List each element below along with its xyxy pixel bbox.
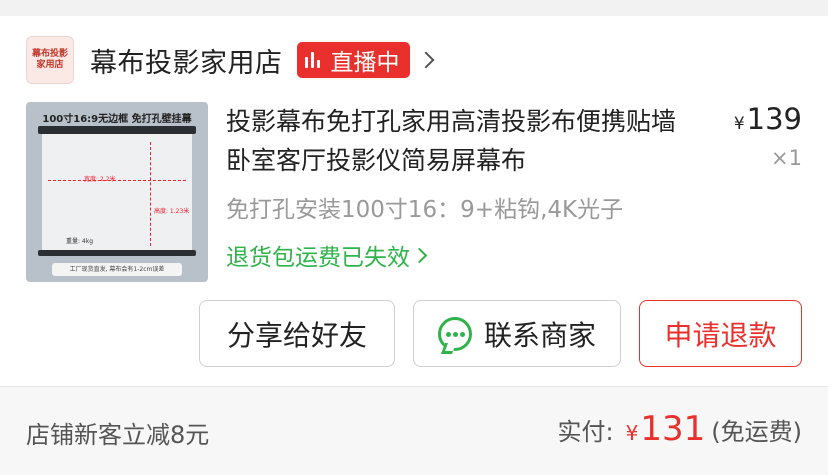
shop-logo-text-2: 家用店 — [36, 60, 64, 70]
product-image[interactable]: 100寸16:9无边框 免打孔壁挂幕 宽度: 2.2米 高度: 1.23米 重量… — [26, 102, 208, 282]
product-title[interactable]: 投影幕布免打孔家用高清投影布便携贴墙卧室客厅投影仪简易屏幕布 — [226, 102, 696, 180]
live-bars-icon — [304, 52, 323, 68]
paid-label: 实付: — [557, 418, 614, 446]
screen-fabric — [42, 134, 192, 252]
refund-shipping-note[interactable]: 退货包运费已失效 — [226, 238, 428, 272]
order-card: 幕布投影 家用店 幕布投影家用店 直播中 100寸16:9无边框 免打孔壁挂幕 … — [0, 16, 828, 386]
currency-symbol: ¥ — [733, 114, 745, 134]
share-button[interactable]: 分享给好友 — [199, 300, 395, 367]
shop-promo: 店铺新客立减8元 — [26, 421, 210, 449]
unit-price-value: 139 — [746, 102, 802, 136]
product-spec: 免打孔安装100寸16：9+粘钩,4K光子 — [226, 197, 624, 223]
chevron-right-icon[interactable] — [417, 51, 434, 69]
paid-currency-symbol: ¥ — [625, 421, 639, 445]
screen-bottom-bar — [38, 250, 196, 256]
product-image-caption: 100寸16:9无边框 免打孔壁挂幕 — [42, 114, 192, 125]
live-badge-label: 直播中 — [330, 50, 400, 76]
live-badge[interactable]: 直播中 — [296, 42, 410, 78]
contact-seller-button-label: 联系商家 — [483, 318, 596, 352]
paid-amount: 131 — [640, 409, 706, 449]
shipping-note: (免运费) — [711, 418, 802, 446]
refund-shipping-note-text: 退货包运费已失效 — [226, 245, 410, 271]
height-dimension-label: 高度: 1.23米 — [154, 208, 190, 215]
chevron-right-icon — [411, 247, 428, 263]
order-summary: 店铺新客立减8元 实付: ¥ 131 (免运费) — [0, 386, 828, 475]
request-refund-button-label: 申请退款 — [664, 318, 777, 352]
shop-name[interactable]: 幕布投影家用店 — [90, 41, 283, 80]
width-dimension-label: 宽度: 2.2米 — [84, 176, 116, 183]
quantity: ×1 — [771, 146, 802, 170]
weight-label: 重量: 4kg — [66, 238, 94, 245]
chat-icon — [437, 316, 472, 351]
width-dimension-line — [48, 180, 186, 181]
screen-top-bar — [38, 126, 196, 134]
shop-header[interactable]: 幕布投影 家用店 幕布投影家用店 直播中 — [26, 36, 434, 84]
shop-logo[interactable]: 幕布投影 家用店 — [26, 36, 74, 84]
shop-logo-text-1: 幕布投影 — [31, 49, 68, 59]
contact-seller-button[interactable]: 联系商家 — [413, 300, 621, 367]
height-dimension-line — [150, 142, 151, 246]
product-image-footer: 工厂现货直发, 幕布会有1-2cm误差 — [52, 263, 182, 276]
unit-price: ¥139 — [734, 102, 802, 136]
request-refund-button[interactable]: 申请退款 — [639, 300, 802, 367]
share-button-label: 分享给好友 — [226, 318, 367, 352]
paid-total: 实付: ¥ 131 (免运费) — [558, 409, 802, 449]
